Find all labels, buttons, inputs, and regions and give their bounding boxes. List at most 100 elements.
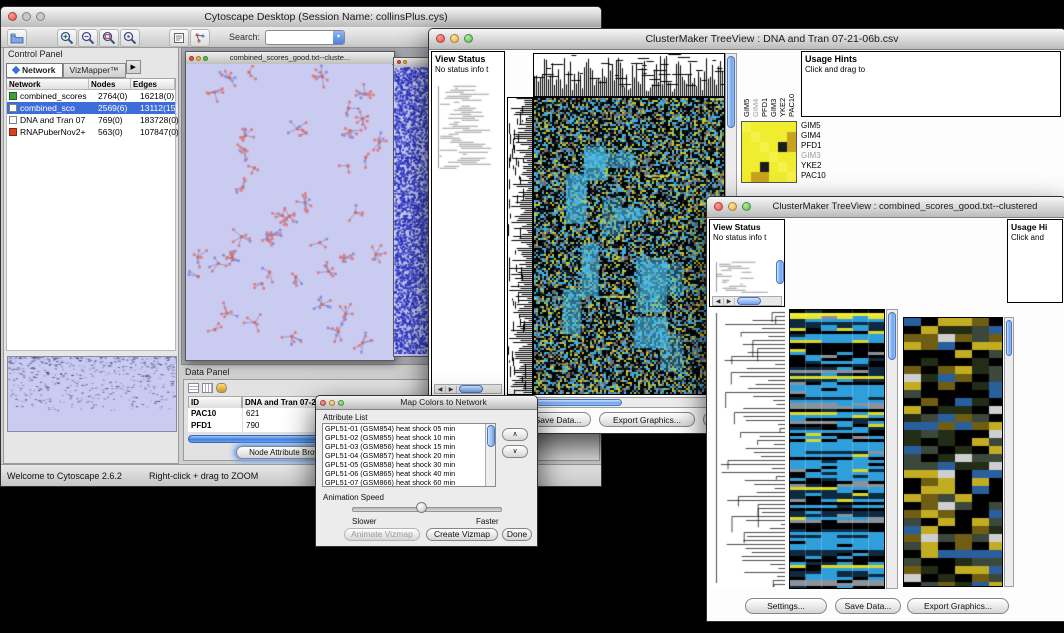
slider-track[interactable] xyxy=(352,507,502,512)
network-graph-canvas[interactable] xyxy=(186,64,392,358)
zoom-selected-icon[interactable] xyxy=(120,29,140,47)
minimize-icon[interactable] xyxy=(728,202,737,211)
treeview-dna-titlebar[interactable]: ClusterMaker TreeView : DNA and Tran 07-… xyxy=(429,29,1064,50)
minimize-icon[interactable] xyxy=(196,56,201,61)
minimize-icon[interactable] xyxy=(450,34,459,43)
attribute-list[interactable]: GPL51-01 (GSM854) heat shock 05 minGPL51… xyxy=(322,423,496,487)
heatmap-horizontal-scrollbar[interactable] xyxy=(533,397,725,408)
scrollbar-thumb[interactable] xyxy=(776,260,784,284)
minimize-icon[interactable] xyxy=(403,60,407,64)
move-up-button[interactable]: ∧ xyxy=(502,428,528,441)
row-dendrogram-canvas[interactable] xyxy=(507,97,533,395)
animation-speed-slider[interactable] xyxy=(352,502,502,514)
list-icon[interactable] xyxy=(202,383,213,393)
heatmap-canvas[interactable] xyxy=(533,97,725,395)
view-status-text: No status info t xyxy=(435,65,504,74)
scrollbar-thumb[interactable] xyxy=(888,312,896,360)
close-icon[interactable] xyxy=(397,60,401,64)
usage-hints-text: Click and drag to xyxy=(805,65,1060,74)
close-icon[interactable] xyxy=(8,12,17,21)
heatmap-vertical-scrollbar[interactable] xyxy=(886,309,898,589)
zoom-icon[interactable] xyxy=(742,202,751,211)
window-controls xyxy=(8,12,45,21)
close-icon[interactable] xyxy=(189,56,194,61)
scrollbar-thumb[interactable] xyxy=(487,425,495,447)
cytoscape-titlebar[interactable]: Cytoscape Desktop (Session Name: collins… xyxy=(1,7,601,28)
network-overview-thumbnail[interactable] xyxy=(7,356,177,432)
attribute-list-item[interactable]: GPL51-02 (GSM855) heat shock 10 min xyxy=(323,433,495,442)
export-graphics-button[interactable]: Export Graphics... xyxy=(599,412,695,427)
view-status-panel: View Status No status info t ◀▶ xyxy=(709,219,785,307)
column-dendrogram-canvas[interactable] xyxy=(533,53,725,97)
table-icon[interactable] xyxy=(188,383,199,393)
tab-vizmapper[interactable]: VizMapper™ xyxy=(63,63,126,78)
dialog-titlebar[interactable]: Map Colors to Network xyxy=(316,396,537,410)
attribute-list-item[interactable]: GPL51-04 (GSM857) heat shock 20 min xyxy=(323,451,495,460)
open-session-icon[interactable] xyxy=(7,29,27,47)
control-panel: Control Panel Network VizMapper™ ▶ Netwo… xyxy=(3,47,179,464)
search-input[interactable]: ▾ xyxy=(265,30,345,45)
heatmap-canvas[interactable] xyxy=(789,309,885,589)
zoom-icon[interactable] xyxy=(203,56,208,61)
attribute-list-item[interactable]: GPL51-07 (GSM866) heat shock 60 min xyxy=(323,478,495,487)
overview-scrollbar[interactable]: ◀▶ xyxy=(434,384,502,394)
attribute-list-item[interactable]: GPL51-01 (GSM854) heat shock 05 min xyxy=(323,424,495,433)
attribute-list-scrollbar[interactable] xyxy=(485,424,495,486)
scrollbar-thumb[interactable] xyxy=(536,399,622,406)
network-list-row[interactable]: DNA and Tran 07769(0)183728(0) xyxy=(7,114,175,126)
detail-heatmap-canvas[interactable] xyxy=(903,317,1003,587)
annotation-icon[interactable] xyxy=(169,29,189,47)
save-data-button[interactable]: Save Data... xyxy=(835,598,901,614)
done-button[interactable]: Done xyxy=(502,528,532,541)
close-icon[interactable] xyxy=(714,202,723,211)
global-overview-canvas[interactable] xyxy=(436,84,498,170)
scrollbar-thumb[interactable] xyxy=(737,297,761,305)
minimize-icon[interactable] xyxy=(329,400,335,406)
zoom-fit-icon[interactable] xyxy=(99,29,119,47)
search-dropdown-icon[interactable]: ▾ xyxy=(333,31,344,44)
attribute-list-item[interactable]: GPL51-06 (GSM865) heat shock 40 min xyxy=(323,469,495,478)
export-graphics-button[interactable]: Export Graphics... xyxy=(907,598,1009,614)
network-cell: 563(0) xyxy=(98,127,140,137)
database-icon[interactable] xyxy=(216,383,227,393)
scroll-left-icon[interactable]: ◀ xyxy=(435,386,446,393)
detail-vertical-scrollbar[interactable] xyxy=(1004,317,1014,587)
network-cell: 13112(15) xyxy=(140,103,182,113)
close-icon[interactable] xyxy=(436,34,445,43)
overview-scrollbar[interactable]: ◀▶ xyxy=(712,296,782,306)
scrollbar-thumb[interactable] xyxy=(727,56,735,128)
network-overview-icon[interactable] xyxy=(190,29,210,47)
row-dendrogram-canvas[interactable] xyxy=(711,309,785,587)
network-list-row[interactable]: combined_sco2569(6)13112(15) xyxy=(7,102,175,114)
minimize-icon[interactable] xyxy=(22,12,31,21)
move-down-button[interactable]: ∨ xyxy=(502,445,528,458)
slider-knob[interactable] xyxy=(416,502,427,513)
matrix-row-label: YKE2 xyxy=(801,161,826,171)
view-status-title: View Status xyxy=(435,54,504,64)
network-list-row[interactable]: RNAPuberNov2+563(0)107847(0) xyxy=(7,126,175,138)
scroll-right-icon[interactable]: ▶ xyxy=(446,386,457,393)
attribute-list-item[interactable]: GPL51-05 (GSM858) heat shock 30 min xyxy=(323,460,495,469)
tabs-overflow-icon[interactable]: ▶ xyxy=(126,60,141,74)
network-list-row[interactable]: combined_scores2764(0)16218(0) xyxy=(7,90,175,102)
zoom-icon[interactable] xyxy=(338,400,344,406)
zoom-out-icon[interactable] xyxy=(78,29,98,47)
scrollbar-thumb[interactable] xyxy=(1006,320,1012,356)
dense-network-canvas[interactable] xyxy=(394,67,430,354)
zoom-in-icon[interactable] xyxy=(57,29,77,47)
window-controls xyxy=(397,60,407,64)
zoom-icon[interactable] xyxy=(464,34,473,43)
tab-network[interactable]: Network xyxy=(6,63,63,78)
close-icon[interactable] xyxy=(320,400,326,406)
scroll-right-icon[interactable]: ▶ xyxy=(724,298,735,305)
global-overview-canvas[interactable] xyxy=(714,260,772,294)
treeview-combined-titlebar[interactable]: ClusterMaker TreeView : combined_scores_… xyxy=(707,197,1064,218)
zoom-icon[interactable] xyxy=(36,12,45,21)
create-vizmap-button[interactable]: Create Vizmap xyxy=(426,528,498,541)
window-controls xyxy=(714,202,751,211)
scrollbar-thumb[interactable] xyxy=(459,385,483,393)
correlation-matrix-canvas[interactable] xyxy=(741,121,797,183)
attribute-list-item[interactable]: GPL51-03 (GSM856) heat shock 15 min xyxy=(323,442,495,451)
settings-button[interactable]: Settings... xyxy=(745,598,827,614)
scroll-left-icon[interactable]: ◀ xyxy=(713,298,724,305)
